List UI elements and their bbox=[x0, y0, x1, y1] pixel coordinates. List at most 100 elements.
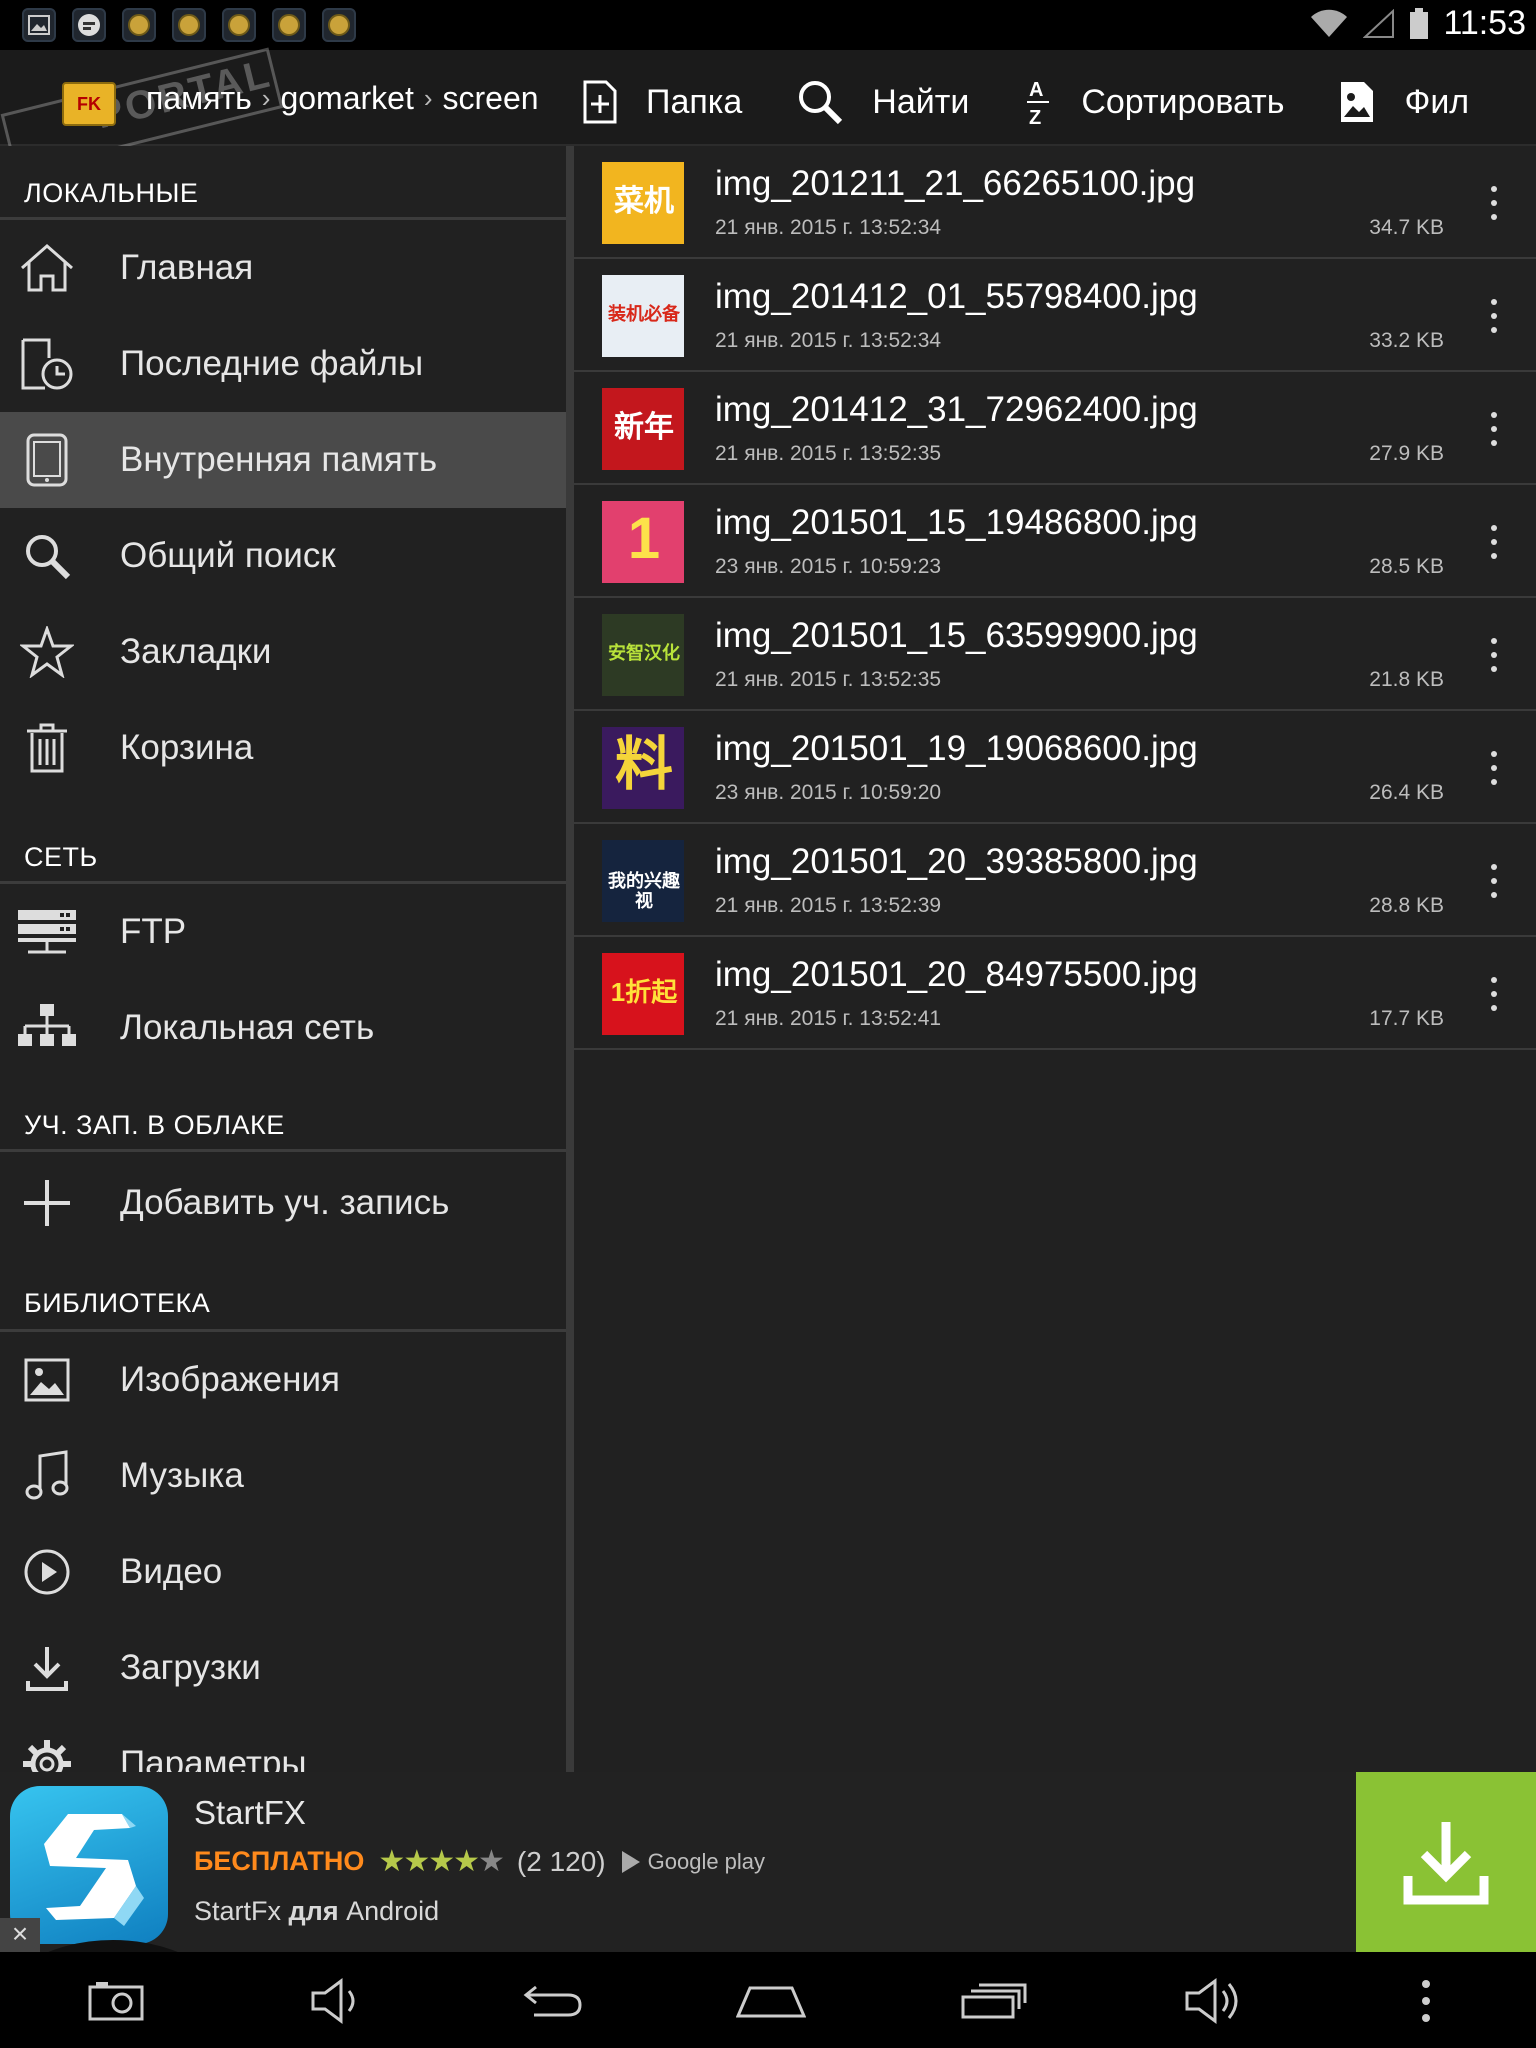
pane-divider[interactable] bbox=[566, 146, 574, 1772]
sidebar-item-local-network[interactable]: Локальная сеть bbox=[0, 980, 566, 1076]
sidebar-item-label: Общий поиск bbox=[120, 536, 336, 575]
breadcrumb-item[interactable]: память bbox=[146, 80, 252, 117]
rating-stars: ★★★★★ bbox=[378, 1845, 504, 1878]
menu-button[interactable] bbox=[1414, 1966, 1438, 2036]
clock: 11:53 bbox=[1443, 4, 1526, 42]
file-row[interactable]: 料 img_201501_19_19068600.jpg 23 янв. 201… bbox=[574, 711, 1536, 824]
ad-subtitle: StartFx для Android bbox=[194, 1896, 439, 1927]
home-nav-icon bbox=[736, 1986, 806, 2018]
section-header-cloud: УЧ. ЗАП. В ОБЛАКЕ bbox=[0, 1076, 566, 1152]
sidebar-item-settings[interactable]: Параметры bbox=[0, 1716, 566, 1772]
file-date: 21 янв. 2015 г. 13:52:41 bbox=[715, 1007, 942, 1030]
home-button[interactable] bbox=[736, 1966, 806, 2036]
volume-up-button[interactable] bbox=[1182, 1966, 1248, 2036]
sidebar-item-home[interactable]: Главная bbox=[0, 220, 566, 316]
file-row[interactable]: 1折起 img_201501_20_84975500.jpg 21 янв. 2… bbox=[574, 937, 1536, 1050]
ad-subtitle-app: StartFx bbox=[194, 1896, 282, 1926]
sidebar-item-ftp[interactable]: FTP bbox=[0, 884, 566, 980]
search-button[interactable]: Найти bbox=[796, 78, 969, 126]
file-thumbnail: 1 bbox=[602, 501, 684, 583]
ad-subtitle-platform: Android bbox=[346, 1896, 440, 1926]
ad-banner[interactable]: × StartFX БЕСПЛАТНО ★★★★★ (2 120) Google… bbox=[0, 1772, 1536, 1952]
breadcrumb-item[interactable]: screen bbox=[443, 80, 539, 117]
sidebar-item-music[interactable]: Музыка bbox=[0, 1428, 566, 1524]
sidebar-item-global-search[interactable]: Общий поиск bbox=[0, 508, 566, 604]
sidebar-item-label: Закладки bbox=[120, 632, 272, 671]
overflow-menu-icon[interactable] bbox=[1490, 412, 1498, 446]
sidebar-item-trash[interactable]: Корзина bbox=[0, 700, 566, 796]
overflow-menu-icon[interactable] bbox=[1490, 751, 1498, 785]
file-row[interactable]: 菜机 img_201211_21_66265100.jpg 21 янв. 20… bbox=[574, 146, 1536, 259]
file-thumbnail: 1折起 bbox=[602, 953, 684, 1035]
medal-icon bbox=[322, 8, 356, 42]
file-name: img_201501_20_39385800.jpg bbox=[715, 842, 1198, 881]
file-name: img_201501_19_19068600.jpg bbox=[715, 729, 1198, 768]
new-folder-button[interactable]: Папка bbox=[582, 79, 742, 125]
file-date: 23 янв. 2015 г. 10:59:23 bbox=[715, 555, 942, 578]
download-icon bbox=[26, 1647, 68, 1691]
home-icon bbox=[21, 244, 73, 292]
file-thumbnail: 菜机 bbox=[602, 162, 684, 244]
ad-download-button[interactable] bbox=[1356, 1772, 1536, 1952]
system-status: 11:53 bbox=[1309, 4, 1526, 43]
app-logo[interactable]: FK bbox=[62, 82, 116, 126]
overflow-menu-icon[interactable] bbox=[1490, 977, 1498, 1011]
recent-apps-button[interactable] bbox=[960, 1966, 1028, 2036]
toolbar: Папка Найти AZ Сортировать Фил bbox=[582, 72, 1523, 132]
overflow-menu-icon[interactable] bbox=[1490, 864, 1498, 898]
volume-down-button[interactable] bbox=[306, 1966, 366, 2036]
sidebar-item-downloads[interactable]: Загрузки bbox=[0, 1620, 566, 1716]
download-icon bbox=[1403, 1822, 1489, 1905]
svg-text:A: A bbox=[1029, 79, 1043, 101]
ad-close-button[interactable]: × bbox=[0, 1918, 40, 1952]
thumbnail-text: 1 bbox=[627, 506, 661, 572]
overflow-menu-icon[interactable] bbox=[1490, 638, 1498, 672]
file-size: 17.7 KB bbox=[1369, 1007, 1444, 1030]
sidebar-item-label: Музыка bbox=[120, 1456, 244, 1495]
screenshot-button[interactable] bbox=[84, 1966, 148, 2036]
section-header-network: СЕТЬ bbox=[0, 796, 566, 884]
file-thumbnail: 新年 bbox=[602, 388, 684, 470]
filter-button[interactable]: Фил bbox=[1338, 79, 1469, 125]
image-icon bbox=[24, 1358, 70, 1402]
store-label: Google play bbox=[647, 1848, 766, 1874]
file-size: 26.4 KB bbox=[1369, 781, 1444, 804]
medal-icon bbox=[272, 8, 306, 42]
ad-title: StartFX bbox=[194, 1794, 306, 1831]
sidebar-item-video[interactable]: Видео bbox=[0, 1524, 566, 1620]
sidebar-item-label: Главная bbox=[120, 248, 254, 287]
system-nav-bar bbox=[0, 1952, 1536, 2048]
file-row[interactable]: 安智汉化 img_201501_15_63599900.jpg 21 янв. … bbox=[574, 598, 1536, 711]
sidebar-item-bookmarks[interactable]: Закладки bbox=[0, 604, 566, 700]
overflow-menu-icon[interactable] bbox=[1490, 299, 1498, 333]
file-date: 21 янв. 2015 г. 13:52:35 bbox=[715, 668, 942, 691]
overflow-menu-icon[interactable] bbox=[1490, 186, 1498, 220]
sort-button[interactable]: AZ Сортировать bbox=[1023, 76, 1284, 128]
sidebar-item-label: Внутренняя память bbox=[120, 440, 438, 479]
volume-up-icon bbox=[1185, 1978, 1238, 2024]
sidebar-item-images[interactable]: Изображения bbox=[0, 1332, 566, 1428]
chevron-right-icon: › bbox=[423, 83, 433, 113]
sidebar-item-add-account[interactable]: Добавить уч. запись bbox=[0, 1152, 566, 1254]
ad-price: БЕСПЛАТНО bbox=[194, 1846, 365, 1876]
file-name: img_201501_20_84975500.jpg bbox=[715, 955, 1198, 994]
file-row[interactable]: 装机必备 img_201412_01_55798400.jpg 21 янв. … bbox=[574, 259, 1536, 372]
battery-icon bbox=[1410, 7, 1429, 39]
file-size: 33.2 KB bbox=[1369, 329, 1444, 352]
sidebar-item-label: Корзина bbox=[120, 728, 254, 767]
file-date: 21 янв. 2015 г. 13:52:34 bbox=[715, 216, 942, 239]
file-size: 21.8 KB bbox=[1369, 668, 1444, 691]
file-thumbnail: 安智汉化 bbox=[602, 614, 684, 696]
overflow-menu-icon[interactable] bbox=[1490, 525, 1498, 559]
back-button[interactable] bbox=[520, 1966, 586, 2036]
file-row[interactable]: 1 img_201501_15_19486800.jpg 23 янв. 201… bbox=[574, 485, 1536, 598]
sidebar-item-recent-files[interactable]: Последние файлы bbox=[0, 316, 566, 412]
file-date: 21 янв. 2015 г. 13:52:35 bbox=[715, 442, 942, 465]
sidebar-item-internal-storage[interactable]: Внутренняя память bbox=[0, 412, 566, 508]
file-name: img_201412_31_72962400.jpg bbox=[715, 390, 1198, 429]
action-bar: PORTAL FK память › gomarket › screen Пап… bbox=[0, 47, 1536, 175]
file-row[interactable]: 我的兴趣视 img_201501_20_39385800.jpg 21 янв.… bbox=[574, 824, 1536, 937]
file-row[interactable]: 新年 img_201412_31_72962400.jpg 21 янв. 20… bbox=[574, 372, 1536, 485]
breadcrumb-item[interactable]: gomarket bbox=[280, 80, 413, 117]
file-size: 28.8 KB bbox=[1369, 894, 1444, 917]
